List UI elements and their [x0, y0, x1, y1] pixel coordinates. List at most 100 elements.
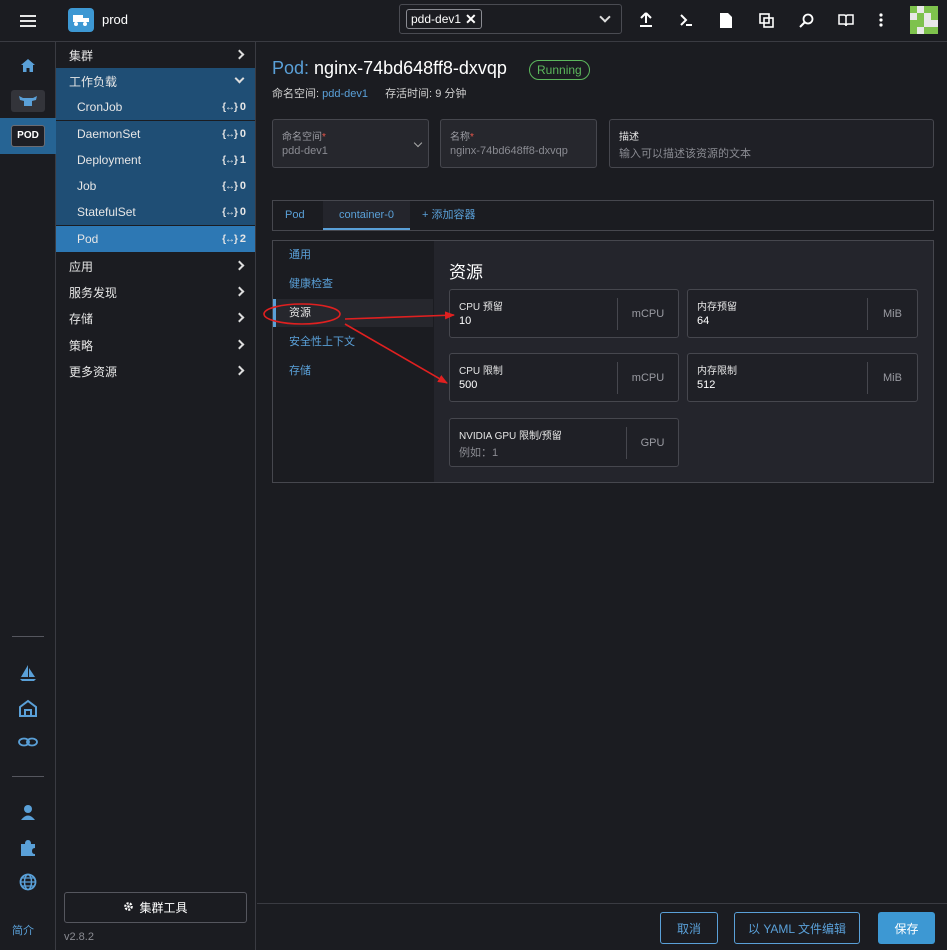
sailboat-icon[interactable]: [0, 664, 56, 682]
cpu-request-unit: mCPU: [617, 298, 678, 330]
cluster-tools-button[interactable]: 集群工具: [64, 892, 247, 923]
main-content: Pod: nginx-74bd648ff8-dxvqp Running 命名空间…: [257, 42, 947, 950]
extensions-icon[interactable]: [0, 839, 56, 857]
page-title: Pod: nginx-74bd648ff8-dxvqp: [272, 58, 507, 79]
sidebar-item-label: 服务发现: [69, 285, 118, 300]
resource-kind: Pod:: [272, 58, 310, 78]
resource-count: {↔} 0: [222, 206, 246, 218]
chevron-right-icon: [234, 312, 245, 323]
pod-badge[interactable]: POD: [11, 125, 45, 147]
home-icon[interactable]: [0, 58, 56, 73]
subnav-health-check[interactable]: 健康检查: [273, 270, 433, 298]
namespace-link[interactable]: pdd-dev1: [322, 88, 368, 100]
rail-divider: [12, 776, 44, 777]
namespaced-icon: {↔}: [222, 180, 238, 192]
cpu-request-value: 10: [459, 315, 472, 327]
sidebar-item-service-discovery[interactable]: 服务发现: [56, 279, 255, 305]
sidebar-item-label: 策略: [69, 338, 94, 353]
gpu-placeholder: 例如：1: [459, 447, 499, 459]
kebab-icon[interactable]: [871, 10, 891, 30]
network-icon[interactable]: [0, 737, 56, 747]
memory-request-input[interactable]: 内存预留 64 MiB: [687, 289, 918, 338]
file-icon[interactable]: [716, 10, 736, 30]
gpu-input[interactable]: NVIDIA GPU 限制/预留 例如：1 GPU: [449, 418, 679, 467]
chevron-right-icon: [234, 286, 245, 297]
sidebar-item-label: Pod: [77, 232, 99, 246]
sidebar-item-job[interactable]: Job {↔} 0: [56, 173, 255, 199]
description-field[interactable]: 描述 输入可以描述该资源的文本: [609, 119, 934, 168]
sidebar-item-deployment[interactable]: Deployment {↔} 1: [56, 147, 255, 173]
gpu-unit: GPU: [626, 427, 678, 459]
hamburger-icon[interactable]: [0, 0, 56, 42]
memory-limit-input[interactable]: 内存限制 512 MiB: [687, 353, 918, 402]
save-button[interactable]: 保存: [878, 912, 935, 944]
sidebar-item-pod[interactable]: Pod {↔} 2: [56, 226, 255, 252]
memory-request-label: 内存预留: [697, 302, 737, 313]
resource-name: nginx-74bd648ff8-dxvqp: [314, 58, 507, 78]
tab-pod[interactable]: Pod: [285, 201, 305, 230]
top-bar: prod pdd-dev1 ✕: [0, 0, 947, 42]
namespace-chip: pdd-dev1 ✕: [406, 9, 482, 29]
subnav-security-context[interactable]: 安全性上下文: [273, 328, 433, 356]
sidebar-item-label: 更多资源: [69, 364, 118, 379]
description-placeholder: 输入可以描述该资源的文本: [619, 148, 751, 160]
sidebar-item-policy[interactable]: 策略: [56, 332, 255, 358]
sidebar-item-cronjob[interactable]: CronJob {↔} 0: [56, 94, 255, 120]
sidebar-item-cluster[interactable]: 集群: [56, 42, 255, 68]
section-heading: 资源: [449, 263, 483, 282]
chip-remove-icon[interactable]: ✕: [465, 10, 477, 28]
sidebar-item-storage[interactable]: 存储: [56, 305, 255, 331]
rail-divider: [12, 636, 44, 637]
cpu-request-input[interactable]: CPU 预留 10 mCPU: [449, 289, 679, 338]
sidebar-item-label: 集群: [69, 48, 94, 63]
memory-request-unit: MiB: [867, 298, 917, 330]
add-container-button[interactable]: + 添加容器: [422, 201, 475, 230]
cluster-explorer-icon[interactable]: [0, 90, 56, 112]
sidebar-item-daemonset[interactable]: DaemonSet {↔} 0: [56, 121, 255, 147]
tab-container-0[interactable]: container-0: [323, 201, 410, 230]
gpu-label: NVIDIA GPU 限制/预留: [459, 431, 562, 442]
cpu-limit-input[interactable]: CPU 限制 500 mCPU: [449, 353, 679, 402]
namespace-filter-select[interactable]: pdd-dev1 ✕: [399, 4, 622, 34]
status-badge: Running: [529, 60, 590, 80]
edit-as-yaml-button[interactable]: 以 YAML 文件编辑: [734, 912, 860, 944]
version-label: v2.8.2: [64, 931, 94, 943]
terminal-icon[interactable]: [676, 10, 696, 30]
user-avatar[interactable]: [910, 6, 938, 34]
namespaced-icon: {↔}: [222, 128, 238, 140]
sidebar-item-statefulset[interactable]: StatefulSet {↔} 0: [56, 199, 255, 225]
book-icon[interactable]: [836, 10, 856, 30]
user-icon[interactable]: [0, 804, 56, 820]
name-field-value: nginx-74bd648ff8-dxvqp: [450, 145, 568, 157]
resource-count: {↔} 0: [222, 101, 246, 113]
resource-count: {↔} 0: [222, 128, 246, 140]
sidebar-item-workloads[interactable]: 工作负载: [56, 68, 255, 94]
name-field: 名称* nginx-74bd648ff8-dxvqp: [440, 119, 597, 168]
cluster-name[interactable]: prod: [102, 12, 128, 27]
sidebar-item-label: Job: [77, 179, 97, 193]
sidebar-item-label: 存储: [69, 311, 94, 326]
sidebar-item-label: Deployment: [77, 153, 142, 167]
form-footer: 取消 以 YAML 文件编辑 保存: [257, 903, 947, 950]
left-rail: POD 简介: [0, 42, 56, 950]
sidebar: 集群 工作负载 CronJob {↔} 0 DaemonSet {↔} 0 Depl…: [56, 42, 256, 950]
fleet-icon[interactable]: [0, 699, 56, 717]
sidebar-item-more-resources[interactable]: 更多资源: [56, 358, 255, 384]
chevron-down-icon[interactable]: [599, 11, 611, 23]
cluster-logo-icon[interactable]: [68, 8, 94, 32]
about-link[interactable]: 简介: [12, 922, 34, 938]
subnav-resources[interactable]: 资源: [273, 299, 433, 327]
globe-icon[interactable]: [0, 873, 56, 891]
namespace-meta-label: 命名空间:: [272, 88, 320, 100]
subnav-storage[interactable]: 存储: [273, 357, 433, 385]
cluster-tools-label: 集群工具: [139, 901, 188, 915]
search-icon[interactable]: [796, 10, 816, 30]
subnav-general[interactable]: 通用: [273, 241, 433, 269]
upload-icon[interactable]: [636, 10, 656, 30]
copy-icon[interactable]: [756, 10, 776, 30]
resource-meta: 命名空间: pdd-dev1 存活时间: 9 分钟: [272, 85, 466, 101]
cancel-button[interactable]: 取消: [660, 912, 718, 944]
sidebar-item-apps[interactable]: 应用: [56, 253, 255, 279]
memory-limit-unit: MiB: [867, 362, 917, 394]
age-meta-label: 存活时间:: [385, 88, 433, 100]
